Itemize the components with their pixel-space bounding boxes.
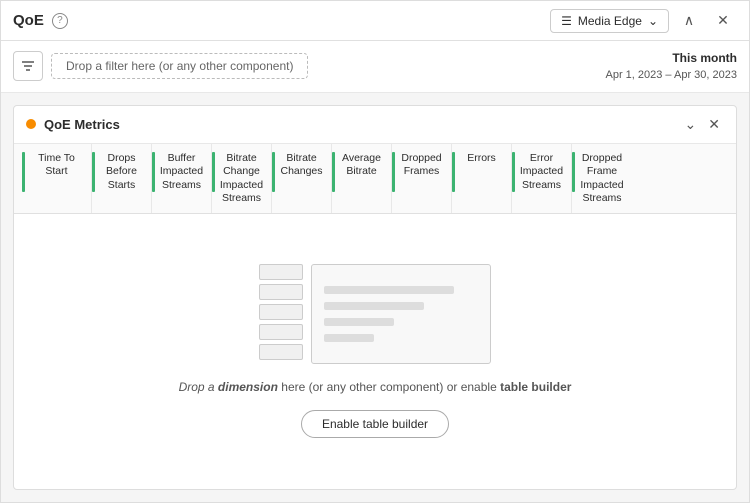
col-green-bar [152, 152, 155, 192]
wf-row [259, 344, 303, 360]
filter-bar-left: Drop a filter here (or any other compone… [13, 51, 308, 81]
dimension-word: dimension [218, 380, 278, 394]
col-header-bitrate-change-impacted-streams: BitrateChangeImpactedStreams [212, 144, 272, 213]
wf-left [259, 264, 303, 364]
col-label-buffer-impacted-streams: BufferImpactedStreams [160, 152, 203, 193]
panel-title-row: QoE Metrics [26, 117, 120, 132]
filter-icon [21, 59, 35, 73]
col-label-bitrate-changes: BitrateChanges [280, 152, 322, 179]
panel-controls: ⌄ ✕ [681, 114, 724, 135]
col-green-bar [512, 152, 515, 192]
help-icon[interactable]: ? [52, 13, 68, 29]
col-green-bar [452, 152, 455, 192]
empty-state-text: Drop a dimension here (or any other comp… [179, 380, 572, 394]
list-icon: ☰ [561, 14, 572, 28]
panel-title: QoE Metrics [44, 117, 120, 132]
col-label-dropped-frames: DroppedFrames [401, 152, 441, 179]
col-header-bitrate-changes: BitrateChanges [272, 144, 332, 213]
qoe-metrics-panel: QoE Metrics ⌄ ✕ Time ToStart DropsBeforeS… [13, 105, 737, 491]
header-left: QoE ? [13, 12, 68, 29]
col-green-bar [272, 152, 275, 192]
wf-line [324, 318, 394, 326]
col-green-bar [332, 152, 335, 192]
empty-state: Drop a dimension here (or any other comp… [14, 214, 736, 490]
col-green-bar [22, 152, 25, 192]
drop-label-italic: Drop a dimension [179, 380, 278, 394]
status-dot [26, 119, 36, 129]
wf-line [324, 334, 374, 342]
close-button[interactable]: ✕ [709, 7, 737, 35]
col-header-drops-before-starts: DropsBeforeStarts [92, 144, 152, 213]
col-header-errors: Errors [452, 144, 512, 213]
panel-close-button[interactable]: ✕ [704, 114, 724, 135]
wf-line [324, 302, 424, 310]
collapse-button[interactable]: ∧ [675, 7, 703, 35]
main-content: QoE Metrics ⌄ ✕ Time ToStart DropsBeforeS… [1, 93, 749, 503]
media-edge-button[interactable]: ☰ Media Edge ⌄ [550, 9, 669, 33]
wf-row [259, 264, 303, 280]
enable-table-builder-button[interactable]: Enable table builder [301, 410, 449, 438]
col-label-error-impacted-streams: ErrorImpactedStreams [520, 152, 563, 193]
wf-line [324, 286, 454, 294]
col-header-error-impacted-streams: ErrorImpactedStreams [512, 144, 572, 213]
col-green-bar [572, 152, 575, 192]
columns-header: Time ToStart DropsBeforeStarts BufferImpac… [14, 144, 736, 214]
chevron-down-icon: ∧ [684, 12, 694, 29]
chevron-down-icon: ⌄ [648, 14, 658, 28]
app-title: QoE [13, 12, 44, 29]
col-label-average-bitrate: AverageBitrate [342, 152, 381, 179]
col-label-errors: Errors [467, 152, 496, 166]
col-header-time-to-start: Time ToStart [22, 144, 92, 213]
table-builder-word: table builder [500, 380, 571, 394]
date-info: This month Apr 1, 2023 – Apr 30, 2023 [606, 49, 738, 84]
wireframe-illustration [259, 264, 491, 364]
date-range: Apr 1, 2023 – Apr 30, 2023 [606, 67, 738, 84]
header-right: ☰ Media Edge ⌄ ∧ ✕ [550, 7, 737, 35]
wf-row [259, 324, 303, 340]
close-icon: ✕ [717, 12, 729, 29]
col-green-bar [392, 152, 395, 192]
col-green-bar [212, 152, 215, 192]
col-label-drops-before-starts: DropsBeforeStarts [106, 152, 137, 193]
filter-bar: Drop a filter here (or any other compone… [1, 41, 749, 93]
col-header-dropped-frame-impacted-streams: DroppedFrameImpactedStreams [572, 144, 632, 213]
app-window: QoE ? ☰ Media Edge ⌄ ∧ ✕ [0, 0, 750, 503]
filter-drop-zone[interactable]: Drop a filter here (or any other compone… [51, 53, 308, 79]
wf-row [259, 304, 303, 320]
wf-row [259, 284, 303, 300]
panel-header: QoE Metrics ⌄ ✕ [14, 106, 736, 144]
panel-collapse-button[interactable]: ⌄ [681, 114, 701, 135]
col-label-bitrate-change-impacted-streams: BitrateChangeImpactedStreams [220, 152, 263, 207]
date-label: This month [606, 49, 738, 67]
app-header: QoE ? ☰ Media Edge ⌄ ∧ ✕ [1, 1, 749, 41]
col-header-average-bitrate: AverageBitrate [332, 144, 392, 213]
col-header-dropped-frames: DroppedFrames [392, 144, 452, 213]
empty-text-connector: here (or any other component) or enable [281, 380, 500, 394]
filter-button[interactable] [13, 51, 43, 81]
media-edge-label: Media Edge [578, 14, 642, 28]
col-label-time-to-start: Time ToStart [38, 152, 75, 179]
col-header-buffer-impacted-streams: BufferImpactedStreams [152, 144, 212, 213]
col-label-dropped-frame-impacted-streams: DroppedFrameImpactedStreams [580, 152, 623, 207]
wf-right [311, 264, 491, 364]
col-green-bar [92, 152, 95, 192]
